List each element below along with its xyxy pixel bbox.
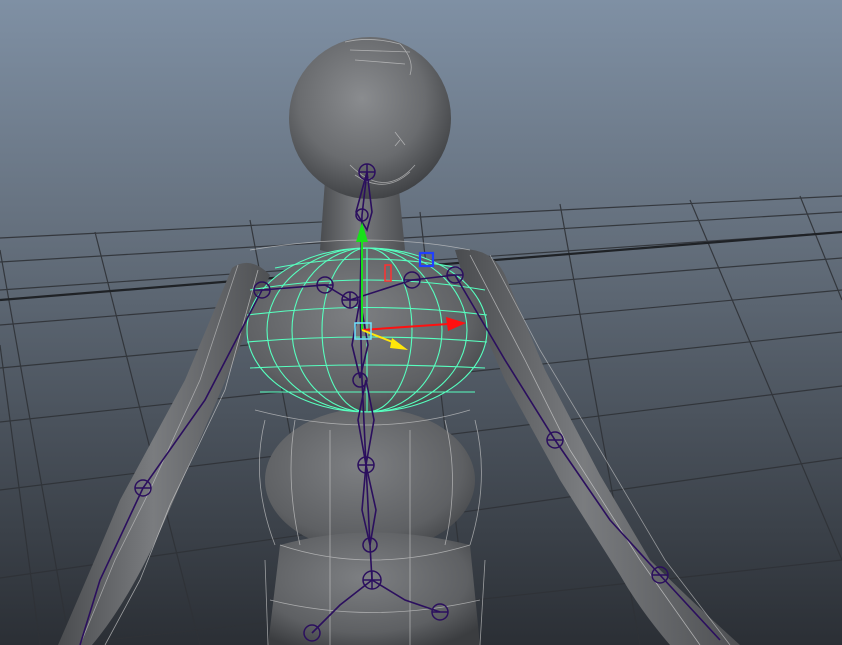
joint-chest[interactable] [341, 291, 359, 309]
perspective-viewport[interactable] [0, 0, 842, 645]
joint-head[interactable] [358, 163, 376, 181]
joint-pelvis[interactable] [362, 570, 382, 590]
viewport-canvas[interactable] [0, 0, 842, 645]
